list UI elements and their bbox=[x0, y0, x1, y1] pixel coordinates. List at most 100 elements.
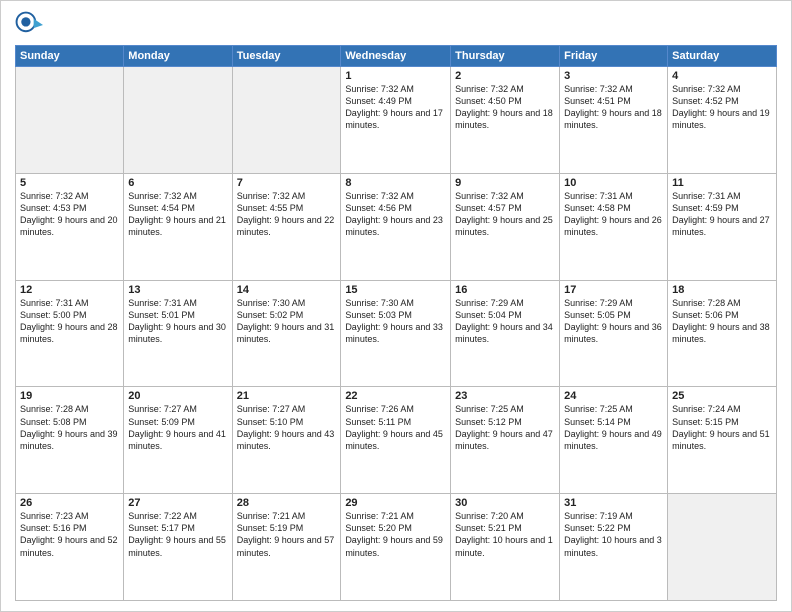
calendar-cell: 25 Sunrise: 7:24 AMSunset: 5:15 PMDaylig… bbox=[668, 387, 777, 494]
calendar-cell: 8 Sunrise: 7:32 AMSunset: 4:56 PMDayligh… bbox=[341, 173, 451, 280]
day-number: 3 bbox=[564, 70, 663, 82]
day-number: 13 bbox=[128, 284, 227, 296]
day-info: Sunrise: 7:29 AMSunset: 5:05 PMDaylight:… bbox=[564, 298, 662, 344]
day-info: Sunrise: 7:31 AMSunset: 5:00 PMDaylight:… bbox=[20, 298, 118, 344]
calendar-cell: 4 Sunrise: 7:32 AMSunset: 4:52 PMDayligh… bbox=[668, 67, 777, 174]
week-row-3: 12 Sunrise: 7:31 AMSunset: 5:00 PMDaylig… bbox=[16, 280, 777, 387]
calendar-cell: 19 Sunrise: 7:28 AMSunset: 5:08 PMDaylig… bbox=[16, 387, 124, 494]
calendar-cell bbox=[124, 67, 232, 174]
day-info: Sunrise: 7:32 AMSunset: 4:57 PMDaylight:… bbox=[455, 191, 553, 237]
day-info: Sunrise: 7:30 AMSunset: 5:02 PMDaylight:… bbox=[237, 298, 335, 344]
day-info: Sunrise: 7:31 AMSunset: 4:59 PMDaylight:… bbox=[672, 191, 770, 237]
calendar-cell: 14 Sunrise: 7:30 AMSunset: 5:02 PMDaylig… bbox=[232, 280, 341, 387]
day-number: 9 bbox=[455, 177, 555, 189]
weekday-header-saturday: Saturday bbox=[668, 46, 777, 67]
calendar-cell: 31 Sunrise: 7:19 AMSunset: 5:22 PMDaylig… bbox=[560, 494, 668, 601]
day-number: 31 bbox=[564, 497, 663, 509]
calendar-cell: 29 Sunrise: 7:21 AMSunset: 5:20 PMDaylig… bbox=[341, 494, 451, 601]
week-row-2: 5 Sunrise: 7:32 AMSunset: 4:53 PMDayligh… bbox=[16, 173, 777, 280]
calendar-cell: 2 Sunrise: 7:32 AMSunset: 4:50 PMDayligh… bbox=[451, 67, 560, 174]
day-number: 6 bbox=[128, 177, 227, 189]
calendar-cell: 24 Sunrise: 7:25 AMSunset: 5:14 PMDaylig… bbox=[560, 387, 668, 494]
day-info: Sunrise: 7:28 AMSunset: 5:08 PMDaylight:… bbox=[20, 404, 118, 450]
day-info: Sunrise: 7:27 AMSunset: 5:09 PMDaylight:… bbox=[128, 404, 226, 450]
calendar-cell: 9 Sunrise: 7:32 AMSunset: 4:57 PMDayligh… bbox=[451, 173, 560, 280]
day-info: Sunrise: 7:24 AMSunset: 5:15 PMDaylight:… bbox=[672, 404, 770, 450]
day-info: Sunrise: 7:32 AMSunset: 4:54 PMDaylight:… bbox=[128, 191, 226, 237]
day-info: Sunrise: 7:29 AMSunset: 5:04 PMDaylight:… bbox=[455, 298, 553, 344]
calendar-cell bbox=[668, 494, 777, 601]
day-number: 24 bbox=[564, 390, 663, 402]
calendar-table: SundayMondayTuesdayWednesdayThursdayFrid… bbox=[15, 45, 777, 601]
day-number: 11 bbox=[672, 177, 772, 189]
day-number: 12 bbox=[20, 284, 119, 296]
calendar-cell: 13 Sunrise: 7:31 AMSunset: 5:01 PMDaylig… bbox=[124, 280, 232, 387]
calendar-cell: 6 Sunrise: 7:32 AMSunset: 4:54 PMDayligh… bbox=[124, 173, 232, 280]
day-info: Sunrise: 7:32 AMSunset: 4:52 PMDaylight:… bbox=[672, 84, 770, 130]
weekday-header-wednesday: Wednesday bbox=[341, 46, 451, 67]
day-info: Sunrise: 7:21 AMSunset: 5:20 PMDaylight:… bbox=[345, 511, 443, 557]
day-number: 18 bbox=[672, 284, 772, 296]
day-number: 14 bbox=[237, 284, 337, 296]
day-info: Sunrise: 7:32 AMSunset: 4:49 PMDaylight:… bbox=[345, 84, 443, 130]
day-number: 27 bbox=[128, 497, 227, 509]
calendar-cell: 12 Sunrise: 7:31 AMSunset: 5:00 PMDaylig… bbox=[16, 280, 124, 387]
day-info: Sunrise: 7:21 AMSunset: 5:19 PMDaylight:… bbox=[237, 511, 335, 557]
day-number: 10 bbox=[564, 177, 663, 189]
calendar-cell: 23 Sunrise: 7:25 AMSunset: 5:12 PMDaylig… bbox=[451, 387, 560, 494]
day-number: 21 bbox=[237, 390, 337, 402]
calendar-cell: 22 Sunrise: 7:26 AMSunset: 5:11 PMDaylig… bbox=[341, 387, 451, 494]
day-info: Sunrise: 7:31 AMSunset: 4:58 PMDaylight:… bbox=[564, 191, 662, 237]
day-number: 25 bbox=[672, 390, 772, 402]
calendar-cell: 28 Sunrise: 7:21 AMSunset: 5:19 PMDaylig… bbox=[232, 494, 341, 601]
calendar-cell: 7 Sunrise: 7:32 AMSunset: 4:55 PMDayligh… bbox=[232, 173, 341, 280]
calendar-cell: 5 Sunrise: 7:32 AMSunset: 4:53 PMDayligh… bbox=[16, 173, 124, 280]
day-info: Sunrise: 7:23 AMSunset: 5:16 PMDaylight:… bbox=[20, 511, 118, 557]
day-number: 30 bbox=[455, 497, 555, 509]
day-info: Sunrise: 7:25 AMSunset: 5:12 PMDaylight:… bbox=[455, 404, 553, 450]
weekday-header-thursday: Thursday bbox=[451, 46, 560, 67]
weekday-header-monday: Monday bbox=[124, 46, 232, 67]
calendar-cell bbox=[232, 67, 341, 174]
calendar-cell: 10 Sunrise: 7:31 AMSunset: 4:58 PMDaylig… bbox=[560, 173, 668, 280]
day-number: 7 bbox=[237, 177, 337, 189]
weekday-header-row: SundayMondayTuesdayWednesdayThursdayFrid… bbox=[16, 46, 777, 67]
day-info: Sunrise: 7:27 AMSunset: 5:10 PMDaylight:… bbox=[237, 404, 335, 450]
weekday-header-friday: Friday bbox=[560, 46, 668, 67]
calendar-cell bbox=[16, 67, 124, 174]
day-info: Sunrise: 7:26 AMSunset: 5:11 PMDaylight:… bbox=[345, 404, 443, 450]
day-info: Sunrise: 7:32 AMSunset: 4:56 PMDaylight:… bbox=[345, 191, 443, 237]
calendar-cell: 3 Sunrise: 7:32 AMSunset: 4:51 PMDayligh… bbox=[560, 67, 668, 174]
day-number: 22 bbox=[345, 390, 446, 402]
calendar-cell: 27 Sunrise: 7:22 AMSunset: 5:17 PMDaylig… bbox=[124, 494, 232, 601]
day-number: 5 bbox=[20, 177, 119, 189]
day-number: 2 bbox=[455, 70, 555, 82]
day-number: 19 bbox=[20, 390, 119, 402]
day-number: 15 bbox=[345, 284, 446, 296]
day-info: Sunrise: 7:32 AMSunset: 4:55 PMDaylight:… bbox=[237, 191, 335, 237]
calendar-cell: 17 Sunrise: 7:29 AMSunset: 5:05 PMDaylig… bbox=[560, 280, 668, 387]
weekday-header-tuesday: Tuesday bbox=[232, 46, 341, 67]
weekday-header-sunday: Sunday bbox=[16, 46, 124, 67]
calendar-cell: 20 Sunrise: 7:27 AMSunset: 5:09 PMDaylig… bbox=[124, 387, 232, 494]
day-info: Sunrise: 7:32 AMSunset: 4:53 PMDaylight:… bbox=[20, 191, 118, 237]
day-info: Sunrise: 7:31 AMSunset: 5:01 PMDaylight:… bbox=[128, 298, 226, 344]
week-row-4: 19 Sunrise: 7:28 AMSunset: 5:08 PMDaylig… bbox=[16, 387, 777, 494]
calendar-cell: 30 Sunrise: 7:20 AMSunset: 5:21 PMDaylig… bbox=[451, 494, 560, 601]
day-number: 1 bbox=[345, 70, 446, 82]
logo bbox=[15, 11, 47, 39]
calendar-cell: 1 Sunrise: 7:32 AMSunset: 4:49 PMDayligh… bbox=[341, 67, 451, 174]
day-info: Sunrise: 7:32 AMSunset: 4:51 PMDaylight:… bbox=[564, 84, 662, 130]
week-row-5: 26 Sunrise: 7:23 AMSunset: 5:16 PMDaylig… bbox=[16, 494, 777, 601]
day-number: 16 bbox=[455, 284, 555, 296]
calendar-cell: 15 Sunrise: 7:30 AMSunset: 5:03 PMDaylig… bbox=[341, 280, 451, 387]
day-number: 23 bbox=[455, 390, 555, 402]
day-number: 28 bbox=[237, 497, 337, 509]
day-number: 26 bbox=[20, 497, 119, 509]
day-number: 20 bbox=[128, 390, 227, 402]
day-info: Sunrise: 7:32 AMSunset: 4:50 PMDaylight:… bbox=[455, 84, 553, 130]
day-number: 17 bbox=[564, 284, 663, 296]
calendar-cell: 11 Sunrise: 7:31 AMSunset: 4:59 PMDaylig… bbox=[668, 173, 777, 280]
header bbox=[15, 11, 777, 39]
calendar-cell: 21 Sunrise: 7:27 AMSunset: 5:10 PMDaylig… bbox=[232, 387, 341, 494]
